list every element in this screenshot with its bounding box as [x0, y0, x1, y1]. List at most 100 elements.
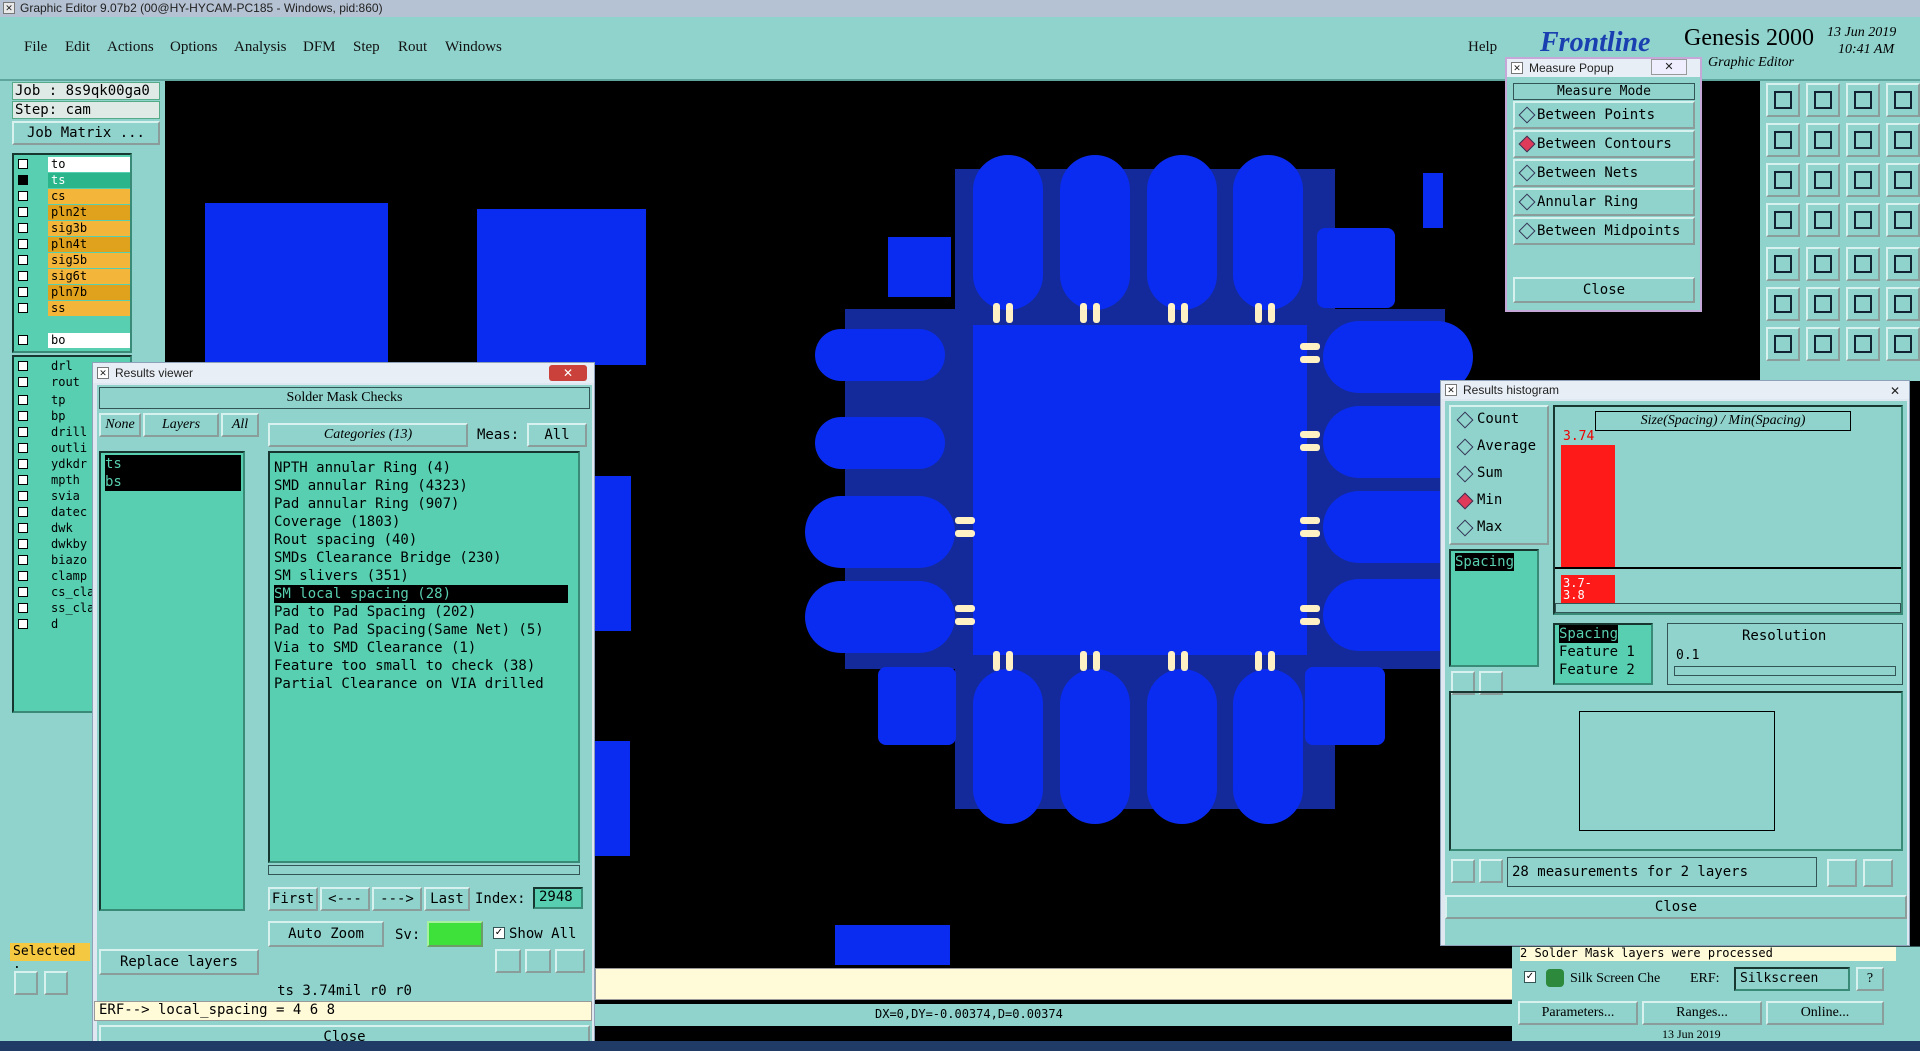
layer-checkbox[interactable] [18, 427, 28, 437]
job-matrix-button[interactable]: Job Matrix ... [12, 121, 160, 145]
zoom-fit-icon[interactable] [1846, 123, 1880, 157]
scale-tool-icon[interactable] [1846, 163, 1880, 197]
layer-checkbox[interactable] [18, 555, 28, 565]
mode-between-nets[interactable]: Between Nets [1513, 159, 1695, 187]
draw-tool-icon[interactable] [1806, 247, 1840, 281]
delete-icon[interactable] [1451, 859, 1475, 883]
close-icon[interactable]: ✕ [1651, 59, 1687, 75]
menu-file[interactable]: File [24, 39, 47, 56]
histogram-bar[interactable] [1561, 445, 1615, 567]
categories-scrollbar[interactable] [268, 865, 580, 875]
layers-button[interactable]: Layers [143, 413, 219, 437]
layer-checkbox[interactable] [18, 159, 28, 169]
meas-dropdown[interactable]: All [527, 423, 587, 447]
route-tool-icon[interactable] [1886, 203, 1920, 237]
layer-row-sig6t[interactable]: sig6t [14, 269, 131, 284]
categories-button[interactable]: Categories (13) [268, 423, 468, 447]
checklist-help-button[interactable]: ? [1856, 967, 1884, 991]
net-tool-icon[interactable] [1846, 203, 1880, 237]
mode-annular-ring[interactable]: Annular Ring [1513, 188, 1695, 216]
histogram-close-button[interactable]: Close [1445, 895, 1907, 919]
layer-row-cs[interactable]: cs [14, 189, 131, 204]
cross-tool-icon[interactable] [1806, 287, 1840, 321]
layer-row-pln2t[interactable]: pln2t [14, 205, 131, 220]
pencil-icon[interactable] [14, 971, 38, 995]
layer-checkbox[interactable] [18, 223, 28, 233]
close-icon[interactable]: ✕ [549, 365, 587, 381]
category-item[interactable]: Feature too small to check (38) [274, 657, 535, 675]
mode-between-contours[interactable]: Between Contours [1513, 130, 1695, 158]
first-button[interactable]: First [268, 887, 318, 911]
menu-windows[interactable]: Windows [445, 39, 502, 56]
radio-icon[interactable] [1456, 411, 1474, 429]
layer-checkbox[interactable] [18, 207, 28, 217]
layer-checkbox[interactable] [18, 175, 28, 185]
layer-row-sig5b[interactable]: sig5b [14, 253, 131, 268]
refresh-result-icon[interactable] [525, 949, 551, 973]
silk-check-checkbox[interactable]: ✓ [1524, 971, 1536, 983]
slash-tool-icon[interactable] [1806, 327, 1840, 361]
layer-checkbox[interactable] [18, 287, 28, 297]
layer-checkbox[interactable] [18, 523, 28, 533]
menu-step[interactable]: Step [353, 39, 380, 56]
category-item-selected[interactable]: SM local spacing (28) [274, 585, 568, 603]
fill-tool-icon[interactable] [1886, 327, 1920, 361]
mode-between-points[interactable]: Between Points [1513, 101, 1695, 129]
layer-checkbox[interactable] [18, 361, 28, 371]
layer-row-ts[interactable]: ts [14, 173, 131, 188]
layer-checkbox[interactable] [18, 443, 28, 453]
category-item[interactable]: NPTH annular Ring (4) [274, 459, 451, 477]
online-button[interactable]: Online... [1766, 1001, 1884, 1025]
ruler-tool-icon[interactable] [1806, 203, 1840, 237]
sv-color-dropdown[interactable] [427, 921, 483, 947]
prev-button[interactable]: <--- [320, 887, 370, 911]
category-item[interactable]: Pad to Pad Spacing(Same Net) (5) [274, 621, 544, 639]
layer-checkbox[interactable] [18, 191, 28, 201]
category-item[interactable]: Pad to Pad Spacing (202) [274, 603, 476, 621]
layer-checkbox[interactable] [18, 239, 28, 249]
pad-tool-icon[interactable] [1886, 247, 1920, 281]
list-item[interactable]: Spacing [1559, 625, 1619, 643]
layer-checkbox[interactable] [18, 587, 28, 597]
layer-row-bo[interactable]: bo [14, 333, 131, 348]
layer-row-sig3b[interactable]: sig3b [14, 221, 131, 236]
layer-checkbox[interactable] [18, 619, 28, 629]
menu-rout[interactable]: Rout [398, 39, 427, 56]
layer-checkbox[interactable] [18, 459, 28, 469]
undo-result-icon[interactable] [555, 949, 585, 973]
layer-row-pln7b[interactable]: pln7b [14, 285, 131, 300]
list-item[interactable]: Spacing [1455, 553, 1515, 571]
replace-layers-dropdown[interactable]: Replace layers [99, 949, 259, 975]
radio-icon[interactable] [1456, 438, 1474, 456]
layer-checkbox[interactable] [18, 335, 28, 345]
ranges-button[interactable]: Ranges... [1642, 1001, 1762, 1025]
category-item[interactable]: Via to SMD Clearance (1) [274, 639, 476, 657]
layer-checkbox[interactable] [18, 539, 28, 549]
layer-checkbox[interactable] [18, 255, 28, 265]
measure-tool-icon[interactable] [1846, 247, 1880, 281]
measure-close-button[interactable]: Close [1513, 277, 1695, 303]
chart-export-icon[interactable] [1827, 859, 1857, 887]
zoom-extents-icon[interactable] [1766, 163, 1800, 197]
show-all-checkbox[interactable]: ✓ [493, 927, 505, 939]
layer-checkbox[interactable] [18, 603, 28, 613]
list-item[interactable]: bs [105, 473, 241, 491]
mode-between-midpoints[interactable]: Between Midpoints [1513, 217, 1695, 245]
menu-dfm[interactable]: DFM [303, 39, 336, 56]
layer-checkbox[interactable] [18, 475, 28, 485]
category-item[interactable]: SMD annular Ring (4323) [274, 477, 468, 495]
menu-edit[interactable]: Edit [65, 39, 90, 56]
menu-analysis[interactable]: Analysis [234, 39, 287, 56]
chart-zoom-icon[interactable] [1863, 859, 1893, 887]
layer-checkbox[interactable] [18, 411, 28, 421]
pan-right-icon[interactable] [1806, 123, 1840, 157]
line-tool-icon[interactable] [1846, 287, 1880, 321]
category-item[interactable]: Pad annular Ring (907) [274, 495, 459, 513]
layer-checkbox[interactable] [18, 271, 28, 281]
category-item[interactable]: SMDs Clearance Bridge (230) [274, 549, 502, 567]
close-icon[interactable]: ✕ [1885, 382, 1905, 398]
radio-icon[interactable] [1456, 519, 1474, 537]
zoom-center-icon[interactable] [1806, 163, 1840, 197]
category-item[interactable]: Partial Clearance on VIA drilled [274, 675, 544, 693]
next-button[interactable]: ---> [372, 887, 422, 911]
